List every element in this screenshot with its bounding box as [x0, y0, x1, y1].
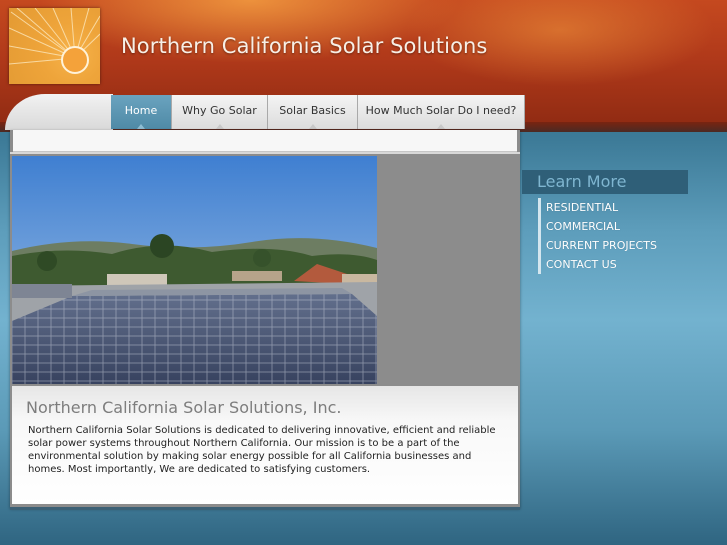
tab-notch-icon	[137, 124, 145, 129]
tab-solar-basics[interactable]: Solar Basics	[268, 95, 358, 129]
solar-panel-rooftop-photo	[12, 156, 377, 384]
link-commercial[interactable]: COMMERCIAL	[538, 217, 657, 236]
content-top-bar	[13, 130, 517, 152]
tab-notch-icon	[308, 124, 317, 129]
main-navigation: Home Why Go Solar Solar Basics How Much …	[111, 95, 525, 129]
link-current-projects[interactable]: CURRENT PROJECTS	[538, 236, 657, 255]
company-name-heading: Northern California Solar Solutions, Inc…	[26, 398, 342, 417]
main-content-box: Northern California Solar Solutions, Inc…	[10, 130, 520, 508]
learn-more-heading: Learn More	[522, 170, 688, 194]
tab-how-much-solar-label: How Much Solar Do I need?	[365, 104, 517, 117]
tab-solar-basics-label: Solar Basics	[279, 104, 346, 117]
tab-why-go-solar-label: Why Go Solar	[182, 104, 257, 117]
tab-how-much-solar[interactable]: How Much Solar Do I need?	[358, 95, 525, 129]
link-residential[interactable]: RESIDENTIAL	[538, 198, 657, 217]
site-title: Northern California Solar Solutions	[121, 34, 488, 58]
page-curl-decoration	[5, 94, 113, 130]
tab-why-go-solar[interactable]: Why Go Solar	[172, 95, 268, 129]
link-contact-us[interactable]: CONTACT US	[538, 255, 657, 274]
tab-notch-icon	[215, 124, 224, 129]
learn-more-links: RESIDENTIAL COMMERCIAL CURRENT PROJECTS …	[538, 198, 657, 274]
content-shadow-bar	[10, 507, 520, 510]
content-divider	[10, 152, 520, 154]
intro-section: Northern California Solar Solutions, Inc…	[12, 386, 518, 504]
sun-logo[interactable]	[8, 7, 101, 84]
tab-home-label: Home	[124, 104, 158, 117]
tab-home[interactable]: Home	[111, 95, 172, 129]
company-description: Northern California Solar Solutions is d…	[28, 425, 496, 475]
tab-notch-icon	[437, 124, 445, 129]
